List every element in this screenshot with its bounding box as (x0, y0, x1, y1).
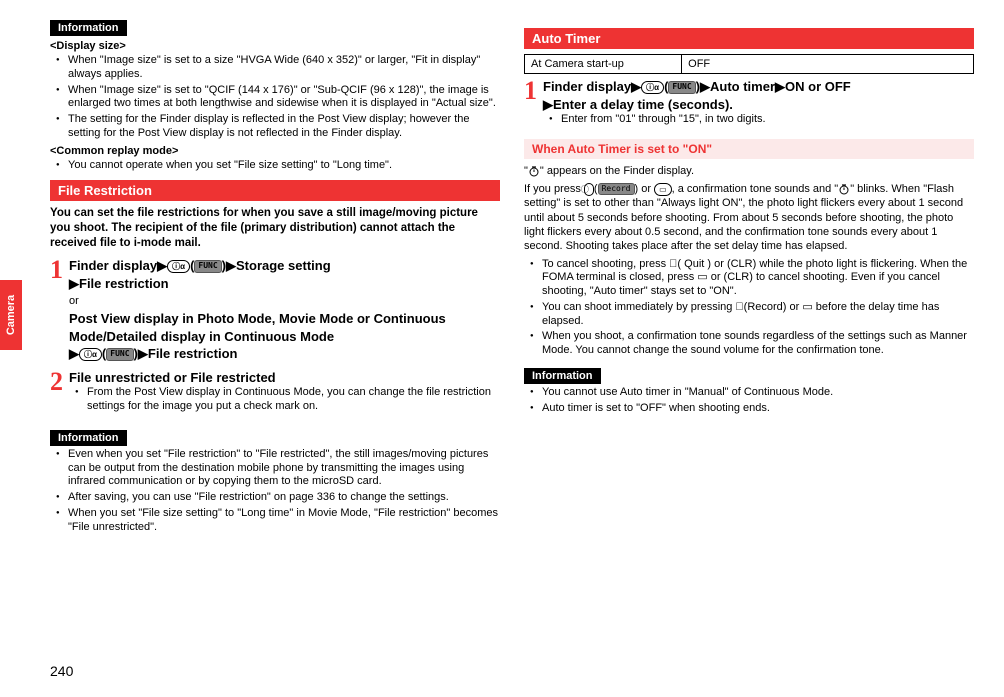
circle-key-icon: ⃝ (584, 183, 594, 196)
step-2-notes: From the Post View display in Continuous… (69, 386, 500, 414)
step-or: or (69, 295, 500, 307)
left-column: Information <Display size> When "Image s… (50, 20, 500, 538)
auto-timer-step-1: 1 Finder display▶ⓘα(FUNC)▶Auto timer▶ON … (524, 78, 974, 131)
side-category-label: Camera (5, 295, 17, 335)
when-auto-timer-on-header: When Auto Timer is set to "ON" (524, 139, 974, 159)
information-header: Information (50, 430, 127, 446)
func-icon: FUNC (194, 260, 221, 273)
table-cell: At Camera start-up (525, 55, 682, 74)
step-1-alt: Post View display in Photo Mode, Movie M… (69, 310, 500, 363)
auto-timer-header: Auto Timer (524, 28, 974, 49)
ir-key-icon: ⓘα (641, 81, 664, 94)
side-category-tab: Camera (0, 280, 22, 350)
step-2-title: File unrestricted or File restricted (69, 369, 500, 387)
list-item: When you shoot, a confirmation tone soun… (534, 330, 974, 358)
list-item: When you set "File size setting" to "Lon… (60, 507, 500, 535)
auto-timer-step-title: Finder display▶ⓘα(FUNC)▶Auto timer▶ON or… (543, 78, 974, 113)
record-icon: Record (598, 183, 635, 195)
info2-list: Even when you set "File restriction" to … (50, 448, 500, 535)
list-item: Auto timer is set to "OFF" when shooting… (534, 402, 974, 416)
list-item: When "Image size" is set to a size "HVGA… (60, 54, 500, 82)
file-restriction-intro: You can set the file restrictions for wh… (50, 206, 500, 251)
ir-key-icon: ⓘα (79, 348, 102, 361)
list-item: After saving, you can use "File restrict… (60, 491, 500, 505)
information-header: Information (50, 20, 127, 36)
table-cell: OFF (682, 55, 974, 74)
func-icon: FUNC (106, 348, 133, 361)
common-replay-list: You cannot operate when you set "File si… (50, 159, 500, 173)
list-item: To cancel shooting, press ⃝( Quit ) or (… (534, 258, 974, 299)
list-item: You cannot operate when you set "File si… (60, 159, 500, 173)
list-item: Even when you set "File restriction" to … (60, 448, 500, 489)
step-1-title: Finder display▶ⓘα(FUNC)▶Storage setting … (69, 257, 500, 292)
auto-timer-default-table: At Camera start-up OFF (524, 54, 974, 74)
information-header: Information (524, 368, 601, 384)
auto-timer-step-notes: Enter from "01" through "15", in two dig… (543, 113, 974, 127)
step-2: 2 File unrestricted or File restricted F… (50, 369, 500, 418)
when-on-line0: "" appears on the Finder display. (524, 164, 974, 178)
list-item: Enter from "01" through "15", in two dig… (553, 113, 974, 127)
step-1: 1 Finder display▶ⓘα(FUNC)▶Storage settin… (50, 257, 500, 363)
two-column-layout: Information <Display size> When "Image s… (50, 20, 974, 538)
right-column: Auto Timer At Camera start-up OFF 1 Find… (524, 20, 974, 538)
display-size-heading: <Display size> (50, 40, 500, 52)
timer-icon (838, 183, 850, 195)
file-restriction-header: File Restriction (50, 180, 500, 201)
step-number: 1 (50, 257, 63, 363)
display-size-list: When "Image size" is set to a size "HVGA… (50, 54, 500, 141)
step-number: 2 (50, 369, 63, 418)
list-item: The setting for the Finder display is re… (60, 113, 500, 141)
func-icon: FUNC (668, 81, 695, 94)
rect-key-icon: ▭ (654, 183, 672, 196)
ir-key-icon: ⓘα (167, 260, 190, 273)
list-item: When "Image size" is set to "QCIF (144 x… (60, 84, 500, 112)
list-item: From the Post View display in Continuous… (79, 386, 500, 414)
when-on-bullets: To cancel shooting, press ⃝( Quit ) or (… (524, 258, 974, 358)
timer-icon (528, 165, 540, 177)
info3-list: You cannot use Auto timer in "Manual" of… (524, 386, 974, 416)
common-replay-heading: <Common replay mode> (50, 145, 500, 157)
list-item: You cannot use Auto timer in "Manual" of… (534, 386, 974, 400)
list-item: You can shoot immediately by pressing ⃝(… (534, 301, 974, 329)
page-number: 240 (50, 663, 73, 679)
when-on-line1: If you press ⃝(Record) or ▭, a confirmat… (524, 182, 974, 253)
step-number: 1 (524, 78, 537, 131)
